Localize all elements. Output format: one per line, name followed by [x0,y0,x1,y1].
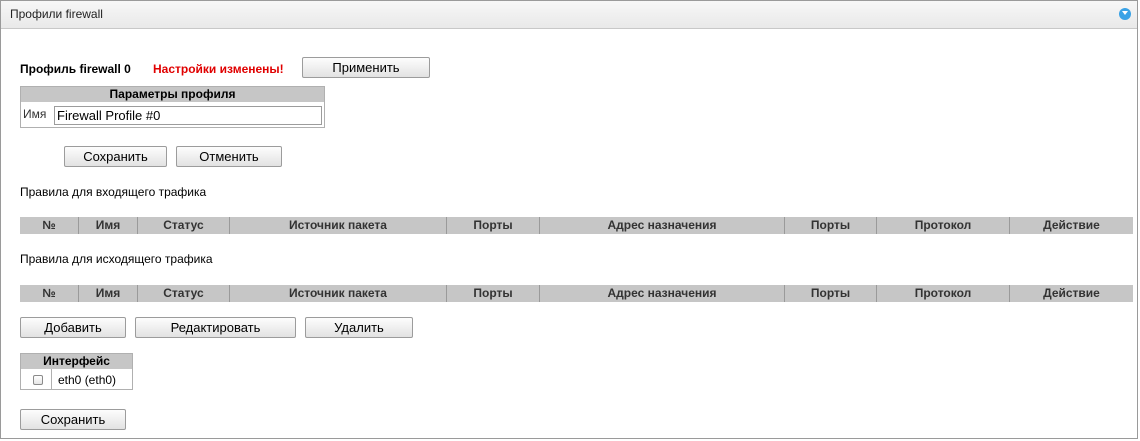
profile-params-table: Параметры профиля Имя [20,86,325,128]
column-number: № [20,285,79,302]
column-destination-ports: Порты [785,285,877,302]
column-number: № [20,217,79,234]
collapse-arrow-icon[interactable] [1119,8,1131,20]
interface-checkbox[interactable] [33,375,43,385]
apply-button[interactable]: Применить [302,57,430,78]
column-name: Имя [79,285,138,302]
cancel-button[interactable]: Отменить [176,146,282,167]
outbound-rules-header: № Имя Статус Источник пакета Порты Адрес… [20,285,1133,302]
interface-table: Интерфейс eth0 (eth0) [20,353,133,390]
edit-rule-button[interactable]: Редактировать [135,317,296,338]
column-source: Источник пакета [230,217,447,234]
profile-label: Профиль firewall 0 [20,62,131,76]
column-destination: Адрес назначения [540,285,785,302]
column-source-ports: Порты [447,217,540,234]
panel-header: Профили firewall [1,1,1137,29]
profile-params-header: Параметры профиля [21,87,324,102]
profile-name-input[interactable] [54,106,322,125]
save-profile-button[interactable]: Сохранить [64,146,167,167]
outbound-rules-title: Правила для исходящего трафика [20,252,213,266]
save-interfaces-button[interactable]: Сохранить [20,409,126,430]
column-destination-ports: Порты [785,217,877,234]
panel-title: Профили firewall [10,7,103,21]
column-status: Статус [138,217,230,234]
settings-changed-notice: Настройки изменены! [153,62,284,76]
column-action: Действие [1043,218,1100,232]
column-protocol: Протокол [877,285,1010,302]
column-source-ports: Порты [447,285,540,302]
column-action: Действие [1043,286,1100,300]
interface-header: Интерфейс [21,354,132,369]
column-source: Источник пакета [230,285,447,302]
delete-rule-button[interactable]: Удалить [305,317,413,338]
name-label: Имя [23,107,47,121]
add-rule-button[interactable]: Добавить [20,317,126,338]
inbound-rules-title: Правила для входящего трафика [20,185,207,199]
column-name: Имя [79,217,138,234]
firewall-profiles-panel: Профили firewall Профиль firewall 0 Наст… [0,0,1138,439]
column-status: Статус [138,285,230,302]
inbound-rules-header: № Имя Статус Источник пакета Порты Адрес… [20,217,1133,234]
column-protocol: Протокол [877,217,1010,234]
interface-divider [51,369,52,389]
interface-label: eth0 (eth0) [58,373,117,387]
column-destination: Адрес назначения [540,217,785,234]
